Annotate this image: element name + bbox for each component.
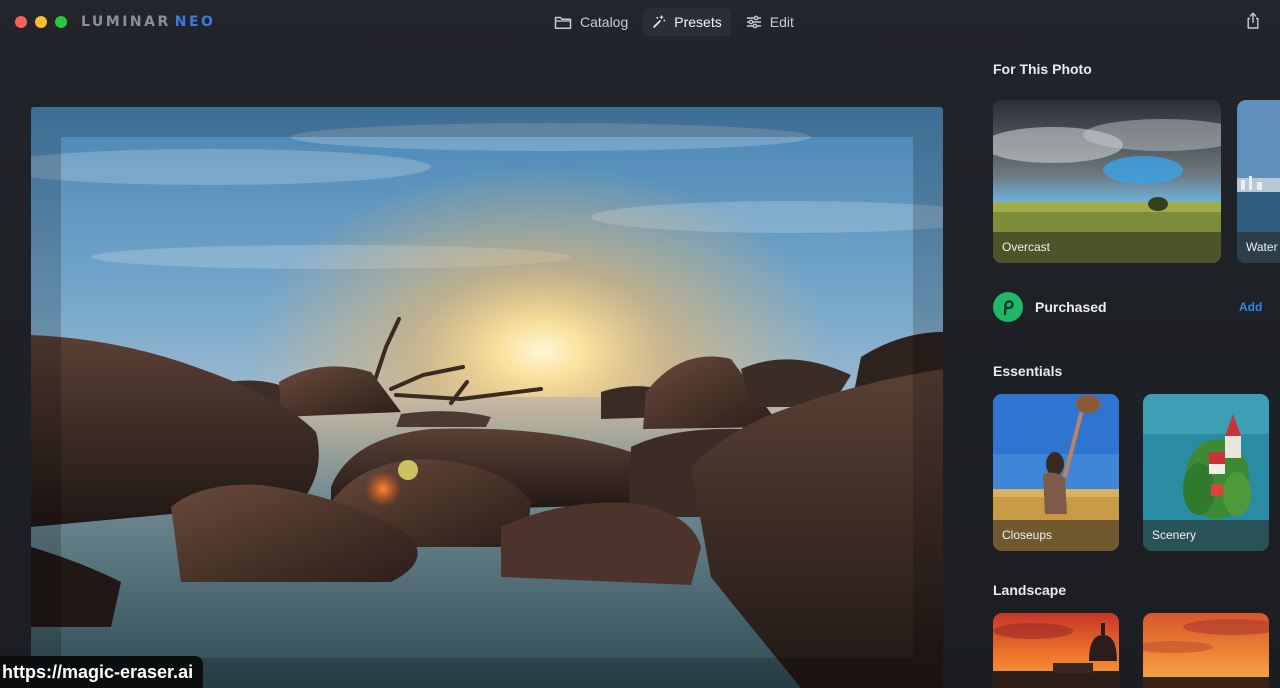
purchased-badge-icon [993,292,1023,322]
tab-edit-label: Edit [769,14,794,30]
section-title-for-this-photo: For This Photo [993,61,1092,77]
preset-label-water: Water [1246,240,1278,254]
preset-thumbnail [1143,613,1269,688]
sliders-icon [746,15,762,29]
logo-accent-text: NEO [174,14,216,30]
logo-text: LUMINAR [81,14,171,30]
section-title-landscape: Landscape [993,582,1067,598]
tab-catalog-label: Catalog [580,14,629,30]
app-logo: LUMINAR NEO [81,14,215,30]
presets-panel: For This Photo Overcast Water Purchased … [993,0,1280,688]
preset-label-scenery: Scenery [1152,528,1197,542]
minimize-window-button[interactable] [35,16,47,28]
preset-thumbnail [993,613,1119,688]
preset-card-water[interactable]: Water [1237,100,1280,263]
tab-presets[interactable]: Presets [643,8,731,36]
maximize-window-button[interactable] [55,16,67,28]
preset-card-landscape-1[interactable] [993,613,1119,688]
preset-card-landscape-2[interactable] [1143,613,1269,688]
preset-card-closeups[interactable]: Closeups [993,394,1119,551]
main-nav: Catalog Presets Edit [545,8,803,36]
photo-canvas[interactable] [31,107,943,688]
purchased-row: Purchased Add [993,292,1280,322]
preset-card-scenery[interactable]: Scenery [1143,394,1269,551]
tab-presets-label: Presets [674,14,722,30]
close-window-button[interactable] [15,16,27,28]
preset-label-closeups: Closeups [1002,528,1053,542]
preset-card-overcast[interactable]: Overcast [993,100,1221,263]
sunset-rocks-photo [31,107,943,688]
magic-wand-icon [652,15,666,29]
watermark-url: https://magic-eraser.ai [0,656,204,688]
folder-icon [554,15,572,30]
window-controls [15,16,67,28]
tab-catalog[interactable]: Catalog [545,8,637,36]
luminar-window: LUMINAR NEO Catalog Presets Edit For Thi… [0,0,1280,688]
purchased-label: Purchased [1035,299,1107,315]
add-button[interactable]: Add [1239,300,1262,314]
section-title-essentials: Essentials [993,363,1063,379]
preset-label-overcast: Overcast [1002,240,1051,254]
tab-edit[interactable]: Edit [737,8,803,36]
